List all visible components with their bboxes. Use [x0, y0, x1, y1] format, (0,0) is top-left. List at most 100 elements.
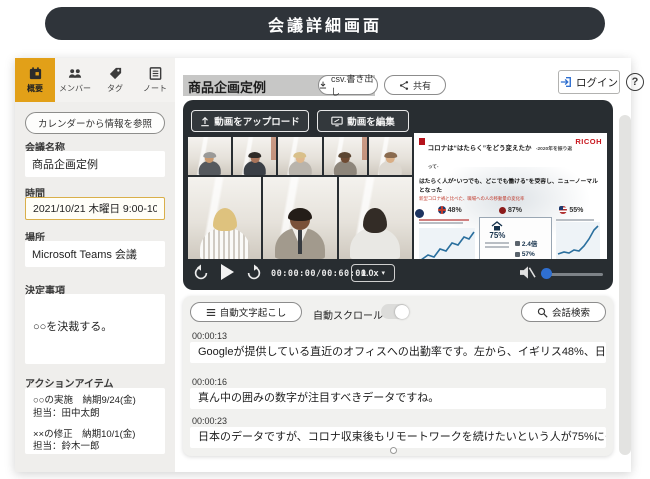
transcript-entry[interactable]: 日本のデータですが、コロナ収束後もリモートワークを続けたいという人が75%にも達… [190, 427, 606, 448]
download-icon [319, 80, 327, 90]
menu-icon [206, 308, 216, 317]
slide-headline: はたらく人が“いつでも、どこでも働ける”を受容し、ニューノーマルとなった [419, 176, 602, 194]
jp-dot-icon [499, 207, 506, 214]
participant-tile [339, 177, 412, 259]
page-scrollbar[interactable] [619, 115, 631, 455]
stat-increase-value: 2.4倍 [522, 238, 538, 248]
transcript-timestamp: 00:00:13 [192, 331, 227, 341]
play-button[interactable] [221, 264, 234, 280]
action-item-line: 担当：鈴木一郎 [33, 441, 157, 454]
page-title-banner: 会議詳細画面 [45, 7, 605, 40]
csv-export-label: csv.書き出し [331, 72, 377, 98]
page-title: 会議詳細画面 [268, 12, 382, 36]
edit-video-label: 動画を編集 [347, 114, 395, 128]
action-item-line: ××の修正 納期10/1(金) [33, 429, 157, 442]
transcript-timestamp: 00:00:23 [192, 416, 227, 426]
tab-overview[interactable]: 概要 [15, 58, 55, 102]
calendar-reference-button[interactable]: カレンダーから情報を参照 [25, 112, 165, 134]
sidebar-tabs: 概要 メンバー タグ [15, 58, 175, 102]
home-icon [491, 221, 503, 231]
bullet-icon [415, 209, 424, 218]
presentation-slide: コロナは“はたらく”をどう変えたか -2020年を振り返って- RICOH はた… [414, 133, 607, 259]
participant-tile [188, 177, 261, 259]
meeting-name-input[interactable] [25, 151, 165, 177]
action-item-line: ○○の実施 納期9/24(金) [33, 395, 157, 408]
calendar-icon [28, 66, 43, 81]
search-icon [537, 307, 548, 318]
participant-tile [369, 137, 412, 175]
action-items-box[interactable]: ○○の実施 納期9/24(金) 担当：田中太朗 ××の修正 納期10/1(金) … [25, 388, 165, 454]
forward-icon[interactable] [245, 264, 263, 282]
chevron-down-icon: ▾ [382, 269, 386, 277]
participant-tile [278, 137, 321, 175]
stat-uk-value: 48% [448, 207, 462, 214]
conversation-search-button[interactable]: 会話検索 [521, 302, 606, 322]
tab-tags[interactable]: タグ [95, 58, 135, 102]
stat-jp-value: 87% [508, 207, 522, 214]
sidebar: 概要 メンバー タグ [15, 58, 175, 472]
stat-other: 57% [515, 251, 547, 258]
share-button[interactable]: 共有 [384, 75, 446, 95]
transcript-entry[interactable]: Googleが提供している直近のオフィスへの出勤率です。左から、イギリス48%、… [190, 342, 606, 363]
worker-icon [515, 241, 520, 246]
stat-jp: 87% [499, 206, 522, 214]
participant-tile [233, 137, 276, 175]
participant-tile [188, 137, 231, 175]
edit-video-icon [331, 116, 343, 127]
share-icon [399, 80, 409, 91]
volume-slider-knob[interactable] [541, 268, 552, 279]
tab-notes[interactable]: ノート [135, 58, 175, 102]
decisions-text: ○○を決裁する。 [33, 321, 112, 333]
toggle-knob [395, 305, 409, 319]
tab-label: メンバー [59, 83, 91, 94]
upload-icon [200, 116, 210, 127]
slide-title: コロナは“はたらく”をどう変えたか [428, 145, 532, 152]
stat-uk: 48% [438, 206, 462, 214]
share-label: 共有 [413, 79, 431, 92]
slide-note: 新型コロナ禍と比べた、職場への人の移動量の変化率 [419, 196, 602, 202]
scroll-indicator-dot [390, 447, 397, 454]
center-stat-box: 75% 2.4倍 57% [479, 217, 552, 259]
csv-export-button[interactable]: csv.書き出し [318, 75, 378, 95]
auto-scroll-toggle[interactable] [381, 304, 409, 319]
time-input[interactable] [25, 197, 165, 220]
login-button[interactable]: ログイン [558, 70, 620, 94]
place-input[interactable] [25, 241, 165, 267]
tab-label: ノート [143, 83, 167, 94]
auto-transcribe-button[interactable]: 自動文字起こし [190, 302, 302, 322]
app-window: 概要 メンバー タグ [15, 58, 631, 472]
slide-accent-square [419, 138, 425, 145]
tab-members[interactable]: メンバー [55, 58, 95, 102]
playback-speed-selector[interactable]: 1.0x ▾ [351, 264, 395, 282]
participant-grid [188, 137, 412, 259]
meeting-title: 商品企画定例 [188, 77, 266, 96]
transcript-timestamp: 00:00:16 [192, 377, 227, 387]
uk-flag-icon [438, 206, 446, 214]
stat-other-value: 57% [522, 251, 535, 258]
left-line-chart [419, 217, 475, 259]
auto-transcribe-label: 自動文字起こし [220, 305, 287, 319]
transcript-entry[interactable]: 真ん中の囲みの数字が注目すべきデータですね。 [190, 388, 606, 409]
tab-label: タグ [107, 83, 123, 94]
login-icon [560, 76, 572, 88]
participant-tile [263, 177, 336, 259]
stat-home-value: 75% [484, 231, 511, 240]
tag-icon [108, 66, 123, 81]
meeting-detail-screen: 会議詳細画面 概要 [0, 0, 650, 479]
transcript-panel: 自動文字起こし 自動スクロール 会話検索 00:00:13 Googleが提供し… [183, 296, 613, 456]
participant-tile [324, 137, 367, 175]
rewind-icon[interactable] [192, 264, 210, 282]
stat-us: 55% [559, 206, 583, 214]
volume-slider-track[interactable] [545, 273, 603, 276]
stat-increase: 2.4倍 [515, 238, 547, 248]
upload-video-label: 動画をアップロード [214, 114, 300, 128]
us-flag-icon [559, 206, 567, 214]
help-glyph: ? [632, 76, 639, 88]
upload-video-button[interactable]: 動画をアップロード [191, 110, 309, 132]
note-icon [148, 66, 163, 81]
action-item-line: 担当：田中太朗 [33, 408, 157, 421]
decisions-box[interactable]: ○○を決裁する。 [25, 294, 165, 364]
mute-icon[interactable] [519, 265, 536, 280]
help-icon[interactable]: ? [626, 73, 644, 91]
edit-video-button[interactable]: 動画を編集 [317, 110, 409, 132]
